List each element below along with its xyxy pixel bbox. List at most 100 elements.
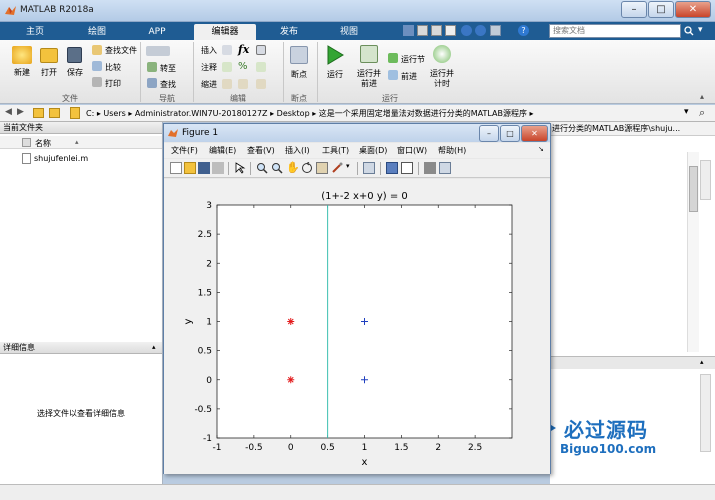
tab-plots[interactable]: 绘图 (72, 24, 122, 40)
cut-icon[interactable] (417, 25, 428, 36)
insert-ref-icon[interactable] (256, 45, 266, 55)
tab-apps[interactable]: APP (134, 24, 180, 40)
insert-colorbar-icon[interactable] (386, 162, 398, 174)
help-icon[interactable]: ? (518, 25, 529, 36)
back-forward-icon[interactable] (146, 46, 170, 56)
address-dropdown-icon[interactable]: ▾ (684, 107, 689, 117)
print-figure-icon[interactable] (212, 162, 224, 174)
figure-minimize-button[interactable]: – (479, 125, 499, 142)
collapse-ribbon-icon[interactable]: ▴ (700, 92, 704, 101)
zoom-out-icon[interactable] (271, 162, 283, 174)
new-icon[interactable] (12, 46, 32, 64)
print-button[interactable]: 打印 (105, 78, 121, 89)
find-files-button[interactable]: 查找文件 (105, 45, 137, 56)
browse-folder-icon[interactable] (49, 108, 60, 118)
command-window-collapse-icon[interactable]: ▴ (700, 358, 704, 366)
run-button[interactable]: 运行 (320, 69, 350, 80)
decrease-indent-icon[interactable] (256, 79, 266, 89)
plot-axes[interactable]: (1+-2 x+0 y) = 0 -1 -0.5 0 0.5 1 1.5 2 2.5 -1 -0.5… (164, 179, 550, 474)
save-button[interactable]: 保存 (60, 67, 90, 78)
dock-arrow-icon[interactable]: ↘ (538, 145, 544, 153)
paste-icon[interactable] (445, 25, 456, 36)
back-arrow-icon[interactable]: ◀ (5, 107, 12, 117)
breadcrumb-drive[interactable]: C: (86, 109, 94, 118)
file-list-item[interactable]: shujufenlei.m (0, 152, 162, 165)
breakpoints-button[interactable]: 断点 (285, 69, 313, 80)
run-section-button[interactable]: 运行节 (401, 54, 425, 65)
menu-window[interactable]: 窗口(W) (397, 145, 427, 156)
increase-indent-icon[interactable] (238, 79, 248, 89)
menu-view[interactable]: 查看(V) (247, 145, 275, 156)
run-icon[interactable] (326, 45, 344, 65)
file-name[interactable]: shujufenlei.m (34, 154, 88, 163)
close-button[interactable]: ✕ (675, 1, 711, 18)
hide-plot-tools-icon[interactable] (424, 162, 436, 174)
minimize-button[interactable]: – (621, 1, 647, 18)
open-file-icon[interactable] (184, 162, 196, 174)
breakpoints-icon[interactable] (290, 46, 308, 64)
menu-help[interactable]: 帮助(H) (438, 145, 466, 156)
scrollbar-thumb[interactable] (689, 166, 698, 212)
run-time-icon[interactable] (433, 45, 451, 63)
figure-canvas[interactable]: (1+-2 x+0 y) = 0 -1 -0.5 0 0.5 1 1.5 2 2.5 -1 -0.5… (164, 179, 550, 474)
menu-insert[interactable]: 插入(I) (285, 145, 310, 156)
percent-comment-icon[interactable]: % (238, 61, 248, 72)
tab-view[interactable]: 视图 (324, 24, 374, 40)
breadcrumb-desktop[interactable]: Desktop (277, 109, 310, 118)
zoom-in-icon[interactable] (256, 162, 268, 174)
insert-legend-icon[interactable] (401, 162, 413, 174)
comment-button[interactable]: 注释 (201, 62, 217, 73)
tab-publish[interactable]: 发布 (266, 24, 312, 40)
menu-tools[interactable]: 工具(T) (322, 145, 349, 156)
compare-button[interactable]: 比较 (105, 62, 121, 73)
find-button[interactable]: 查找 (160, 79, 176, 90)
menu-desktop[interactable]: 桌面(D) (359, 145, 387, 156)
advance-button[interactable]: 前进 (401, 71, 417, 82)
redo-icon[interactable] (475, 25, 486, 36)
comment-icon[interactable] (222, 62, 232, 72)
collapse-details-icon[interactable]: ▴ (152, 343, 156, 351)
pan-hand-icon[interactable]: ✋ (286, 162, 300, 174)
filter-icon[interactable]: ▾ (698, 25, 710, 37)
figure-window[interactable]: Figure 1 – □ ✕ 文件(F) 编辑(E) 查看(V) 插入(I) 工… (163, 123, 551, 474)
tab-editor[interactable]: 编辑器 (194, 24, 256, 40)
new-figure-icon[interactable] (170, 162, 182, 174)
save-figure-icon[interactable] (198, 162, 210, 174)
pointer-icon[interactable] (234, 162, 246, 174)
link-plot-icon[interactable] (363, 162, 375, 174)
data-cursor-icon[interactable] (316, 162, 328, 174)
editor-scrollbar[interactable] (687, 152, 699, 352)
forward-arrow-icon[interactable]: ▶ (17, 107, 24, 117)
undo-icon[interactable] (461, 25, 472, 36)
maximize-button[interactable]: □ (648, 1, 674, 18)
right-scrollbar[interactable] (700, 160, 711, 200)
name-column-header[interactable]: 名称 (35, 138, 51, 149)
tab-home[interactable]: 主页 (12, 24, 58, 40)
uncomment-icon[interactable] (256, 62, 266, 72)
open-folder-icon[interactable] (40, 48, 58, 63)
goto-button[interactable]: 转至 (160, 63, 176, 74)
breadcrumb-folder[interactable]: 这是一个采用固定增量法对数据进行分类的MATLAB源程序 (319, 109, 527, 118)
address-search-icon[interactable]: ⌕ (699, 106, 705, 120)
search-input[interactable]: 搜索文档 (549, 24, 681, 38)
run-advance-icon[interactable] (360, 45, 378, 63)
fx-icon[interactable]: fx (238, 43, 249, 56)
insert-section-icon[interactable] (222, 45, 232, 55)
rotate-3d-icon[interactable] (301, 162, 313, 174)
brush-icon[interactable] (331, 162, 343, 174)
editor-path-tab[interactable]: 进行分类的MATLAB源程序\shuju... (550, 122, 715, 136)
indent-button[interactable]: 缩进 (201, 79, 217, 90)
copy-icon[interactable] (431, 25, 442, 36)
show-plot-tools-icon[interactable] (439, 162, 451, 174)
insert-button[interactable]: 插入 (201, 45, 217, 56)
breadcrumb-users[interactable]: Users (103, 109, 125, 118)
path-breadcrumb[interactable]: C: ▸ Users ▸ Administrator.WIN7U-2018012… (86, 108, 534, 119)
figure-maximize-button[interactable]: □ (500, 125, 520, 142)
breadcrumb-user[interactable]: Administrator.WIN7U-20180127Z (135, 109, 268, 118)
switch-windows-icon[interactable] (490, 25, 501, 36)
indent-icon[interactable] (222, 79, 232, 89)
brush-dropdown-icon[interactable]: ▾ (346, 162, 350, 170)
save-disk-icon[interactable] (67, 47, 82, 63)
menu-file[interactable]: 文件(F) (171, 145, 198, 156)
menu-edit[interactable]: 编辑(E) (209, 145, 236, 156)
